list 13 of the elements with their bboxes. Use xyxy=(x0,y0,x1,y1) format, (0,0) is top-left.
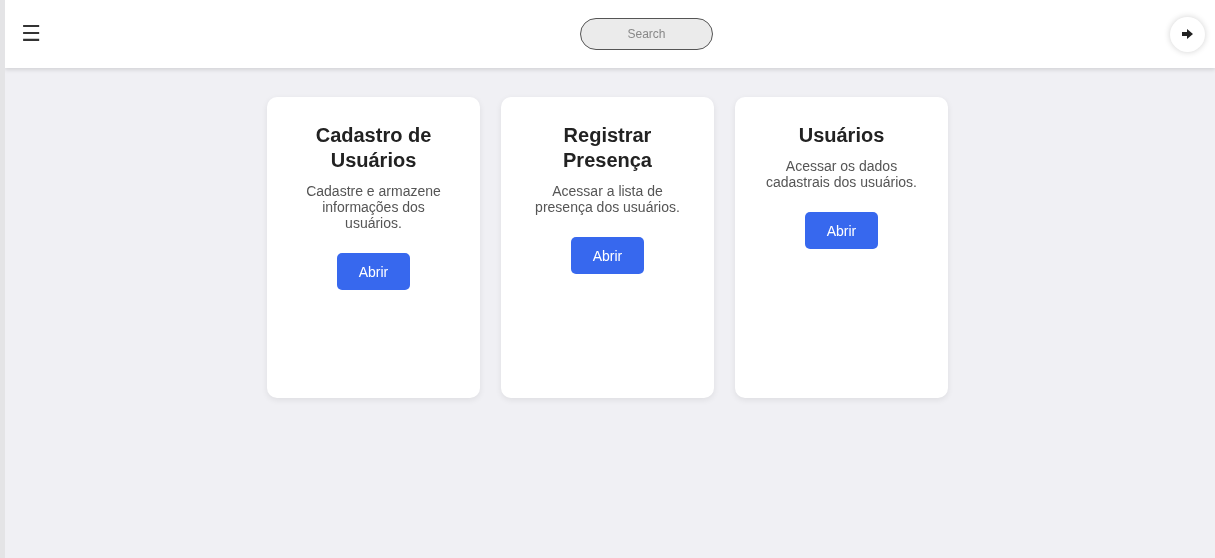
card-description: Cadastre e armazene informações dos usuários. xyxy=(305,183,442,231)
card-description: Acessar os dados cadastrais dos usuários. xyxy=(765,158,918,190)
card-description: Acessar a lista de presença dos usuários. xyxy=(534,183,681,215)
menu-button[interactable]: ☰ xyxy=(21,23,41,45)
open-button[interactable]: Abrir xyxy=(571,237,644,274)
open-button[interactable]: Abrir xyxy=(337,253,410,290)
card-title: Cadastro de Usuários xyxy=(314,123,433,173)
arrow-icon xyxy=(1182,29,1193,39)
card-title: Registrar Presença xyxy=(562,123,653,173)
arrow-button[interactable] xyxy=(1170,16,1205,52)
card-title: Usuários xyxy=(798,123,885,148)
open-button[interactable]: Abrir xyxy=(805,212,878,249)
search-field[interactable]: Search xyxy=(580,18,713,50)
